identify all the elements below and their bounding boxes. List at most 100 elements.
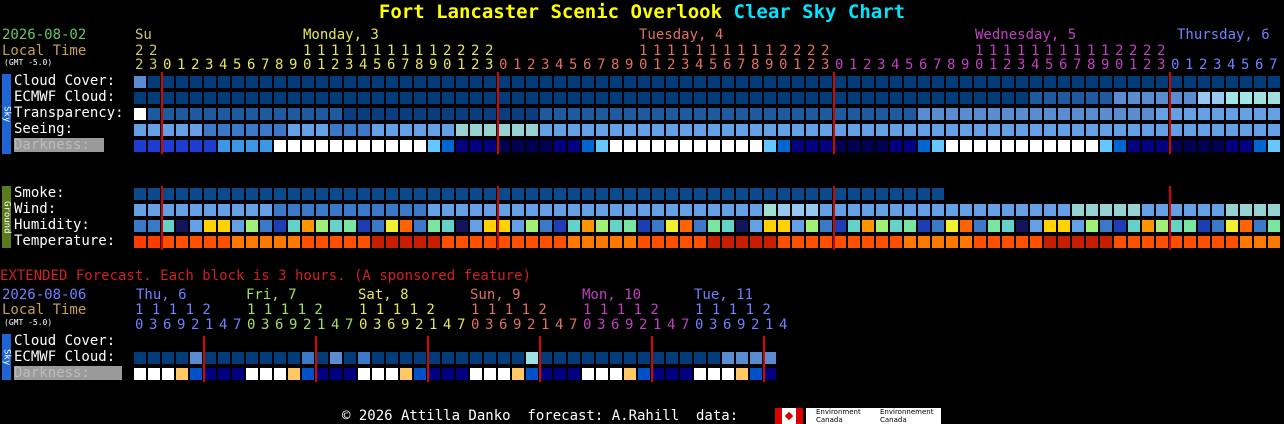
- transparency-block[interactable]: [148, 108, 160, 120]
- darkness-block[interactable]: [1086, 140, 1098, 152]
- cloud-cover-block[interactable]: [974, 76, 986, 88]
- humidity-block[interactable]: [1128, 220, 1140, 232]
- darkness-block[interactable]: [302, 140, 314, 152]
- transparency-block[interactable]: [960, 108, 972, 120]
- temperature-block[interactable]: [540, 236, 552, 248]
- transparency-block[interactable]: [414, 108, 426, 120]
- smoke-block[interactable]: [260, 188, 272, 200]
- humidity-block[interactable]: [190, 220, 202, 232]
- ecmwf-cloud-block[interactable]: [554, 92, 566, 104]
- transparency-block[interactable]: [372, 108, 384, 120]
- temperature-block[interactable]: [890, 236, 902, 248]
- wind-block[interactable]: [666, 204, 678, 216]
- ecmwf-cloud-block[interactable]: [820, 92, 832, 104]
- temperature-block[interactable]: [288, 236, 300, 248]
- wind-block[interactable]: [176, 204, 188, 216]
- smoke-block[interactable]: [344, 188, 356, 200]
- cloud-cover-block[interactable]: [960, 76, 972, 88]
- transparency-block[interactable]: [596, 108, 608, 120]
- ext-ecmwf-block[interactable]: [554, 352, 566, 364]
- seeing-block[interactable]: [1184, 124, 1196, 136]
- cloud-cover-block[interactable]: [1030, 76, 1042, 88]
- cloud-cover-block[interactable]: [1184, 76, 1196, 88]
- ecmwf-cloud-block[interactable]: [1198, 92, 1210, 104]
- wind-block[interactable]: [1198, 204, 1210, 216]
- humidity-block[interactable]: [162, 220, 174, 232]
- transparency-block[interactable]: [1226, 108, 1238, 120]
- ext-darkness-block[interactable]: [568, 368, 580, 380]
- humidity-block[interactable]: [568, 220, 580, 232]
- ecmwf-cloud-block[interactable]: [708, 92, 720, 104]
- ext-darkness-block[interactable]: [582, 368, 594, 380]
- seeing-block[interactable]: [596, 124, 608, 136]
- seeing-block[interactable]: [820, 124, 832, 136]
- transparency-block[interactable]: [484, 108, 496, 120]
- smoke-block[interactable]: [190, 188, 202, 200]
- ecmwf-cloud-block[interactable]: [1142, 92, 1154, 104]
- darkness-block[interactable]: [568, 140, 580, 152]
- darkness-block[interactable]: [610, 140, 622, 152]
- cloud-cover-block[interactable]: [694, 76, 706, 88]
- transparency-block[interactable]: [176, 108, 188, 120]
- cloud-cover-block[interactable]: [1212, 76, 1224, 88]
- cloud-cover-block[interactable]: [246, 76, 258, 88]
- darkness-block[interactable]: [218, 140, 230, 152]
- wind-block[interactable]: [218, 204, 230, 216]
- ecmwf-cloud-block[interactable]: [218, 92, 230, 104]
- temperature-block[interactable]: [1072, 236, 1084, 248]
- wind-block[interactable]: [1128, 204, 1140, 216]
- ext-darkness-block[interactable]: [596, 368, 608, 380]
- ext-ecmwf-block[interactable]: [736, 352, 748, 364]
- cloud-cover-block[interactable]: [316, 76, 328, 88]
- humidity-block[interactable]: [1016, 220, 1028, 232]
- transparency-block[interactable]: [302, 108, 314, 120]
- ext-ecmwf-block[interactable]: [148, 352, 160, 364]
- row-label-wind[interactable]: Wind:: [14, 201, 56, 217]
- seeing-block[interactable]: [1156, 124, 1168, 136]
- transparency-block[interactable]: [806, 108, 818, 120]
- transparency-block[interactable]: [1016, 108, 1028, 120]
- cloud-cover-block[interactable]: [652, 76, 664, 88]
- smoke-block[interactable]: [372, 188, 384, 200]
- humidity-block[interactable]: [1212, 220, 1224, 232]
- temperature-block[interactable]: [988, 236, 1000, 248]
- darkness-block[interactable]: [330, 140, 342, 152]
- wind-block[interactable]: [344, 204, 356, 216]
- humidity-block[interactable]: [960, 220, 972, 232]
- ecmwf-cloud-block[interactable]: [596, 92, 608, 104]
- temperature-block[interactable]: [526, 236, 538, 248]
- ext-darkness-block[interactable]: [218, 368, 230, 380]
- humidity-block[interactable]: [372, 220, 384, 232]
- ecmwf-cloud-block[interactable]: [428, 92, 440, 104]
- ext-darkness-block[interactable]: [400, 368, 412, 380]
- temperature-block[interactable]: [1170, 236, 1182, 248]
- cloud-cover-block[interactable]: [1016, 76, 1028, 88]
- transparency-block[interactable]: [904, 108, 916, 120]
- darkness-block[interactable]: [792, 140, 804, 152]
- seeing-block[interactable]: [1072, 124, 1084, 136]
- seeing-block[interactable]: [1198, 124, 1210, 136]
- seeing-block[interactable]: [638, 124, 650, 136]
- humidity-block[interactable]: [148, 220, 160, 232]
- ecmwf-cloud-block[interactable]: [246, 92, 258, 104]
- cloud-cover-block[interactable]: [1268, 76, 1280, 88]
- ecmwf-cloud-block[interactable]: [540, 92, 552, 104]
- ecmwf-cloud-block[interactable]: [470, 92, 482, 104]
- wind-block[interactable]: [876, 204, 888, 216]
- temperature-block[interactable]: [1058, 236, 1070, 248]
- cloud-cover-block[interactable]: [512, 76, 524, 88]
- cloud-cover-block[interactable]: [862, 76, 874, 88]
- darkness-block[interactable]: [1044, 140, 1056, 152]
- humidity-block[interactable]: [1114, 220, 1126, 232]
- ext-darkness-block[interactable]: [358, 368, 370, 380]
- cloud-cover-block[interactable]: [470, 76, 482, 88]
- ecmwf-cloud-block[interactable]: [862, 92, 874, 104]
- cloud-cover-block[interactable]: [386, 76, 398, 88]
- wind-block[interactable]: [470, 204, 482, 216]
- ecmwf-cloud-block[interactable]: [610, 92, 622, 104]
- ext-ecmwf-block[interactable]: [596, 352, 608, 364]
- darkness-block[interactable]: [750, 140, 762, 152]
- darkness-block[interactable]: [708, 140, 720, 152]
- ext-darkness-block[interactable]: [372, 368, 384, 380]
- seeing-block[interactable]: [1240, 124, 1252, 136]
